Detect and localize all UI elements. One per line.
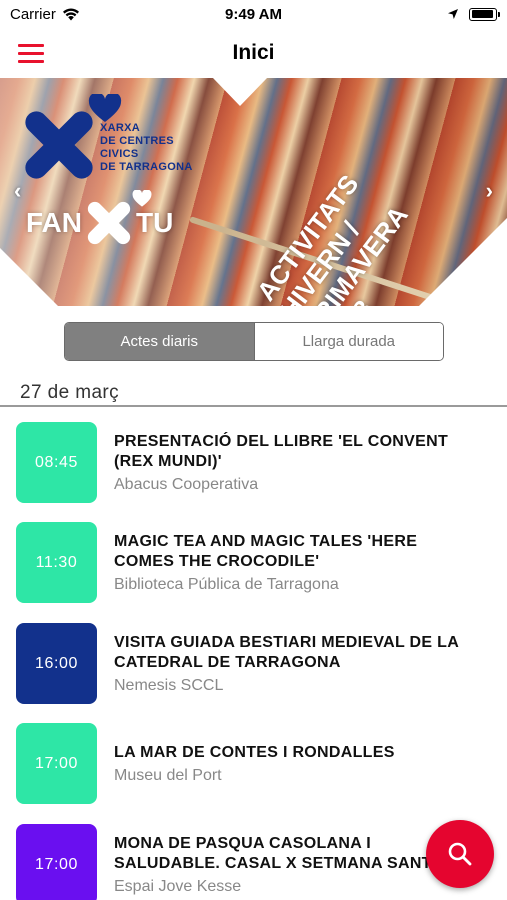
event-title-line: (REX MUNDI)' [114, 453, 222, 470]
white-heart-icon [132, 190, 152, 207]
heart-icon [88, 94, 122, 122]
event-title: PRESENTACIÓ DEL LLIBRE 'EL CONVENT (REX … [114, 432, 494, 472]
banner-next-button[interactable]: › [486, 178, 493, 204]
tu-text: TU [136, 207, 174, 238]
event-place: Museu del Port [114, 767, 222, 784]
event-title: VISITA GUIADA BESTIARI MEDIEVAL DE LA CA… [114, 633, 494, 673]
status-bar: Carrier 9:49 AM [0, 0, 507, 28]
white-x-icon [86, 200, 132, 246]
banner-notch [213, 78, 267, 106]
divider [0, 405, 507, 407]
carrier-label: Carrier [10, 5, 56, 23]
page-title: Inici [232, 41, 275, 64]
hamburger-icon-line [18, 59, 44, 63]
wifi-icon [62, 8, 79, 20]
event-title-line: MAGIC TEA AND MAGIC TALES 'HERE [114, 533, 418, 550]
event-place: Biblioteca Pública de Tarragona [114, 576, 339, 593]
event-title-line: SALUDABLE. CASAL X SETMANA SANTA [114, 855, 443, 872]
promo-banner[interactable]: XARXA DE CENTRES CIVICS DE TARRAGONA FAN… [0, 78, 507, 306]
tab-long-term-events[interactable]: Llarga durada [253, 323, 443, 360]
fan-text: FAN [26, 207, 82, 238]
event-time-badge: 08:45 [16, 422, 97, 503]
hamburger-icon [18, 43, 44, 47]
event-title: LA MAR DE CONTES I RONDALLES [114, 743, 494, 763]
event-time-badge: 11:30 [16, 522, 97, 603]
logo-text: XARXA DE CENTRES CIVICS DE TARRAGONA [100, 122, 193, 173]
search-fab-button[interactable] [426, 820, 494, 888]
tab-daily-events[interactable]: Actes diaris [65, 323, 254, 360]
banner-prev-button[interactable]: ‹ [14, 178, 21, 204]
status-right [447, 7, 500, 21]
banner-notch [0, 248, 58, 306]
event-item[interactable]: 16:00 VISITA GUIADA BESTIARI MEDIEVAL DE… [0, 623, 507, 705]
event-item[interactable]: 11:30 MAGIC TEA AND MAGIC TALES 'HERE CO… [0, 522, 507, 604]
event-time-badge: 17:00 [16, 723, 97, 804]
nav-bar: Inici [0, 28, 507, 78]
event-title-line: LA MAR DE CONTES I RONDALLES [114, 744, 395, 761]
event-title: MONA DE PASQUA CASOLANA I SALUDABLE. CAS… [114, 834, 444, 874]
event-item[interactable]: 08:45 PRESENTACIÓ DEL LLIBRE 'EL CONVENT… [0, 422, 507, 504]
hamburger-icon-line [18, 51, 44, 55]
search-icon [448, 842, 472, 866]
event-place: Abacus Cooperativa [114, 476, 259, 493]
location-arrow-icon [448, 9, 458, 19]
event-title-line: PRESENTACIÓ DEL LLIBRE 'EL CONVENT [114, 433, 449, 450]
event-item[interactable]: 17:00 LA MAR DE CONTES I RONDALLES Museu… [0, 723, 507, 805]
date-header: 27 de març [20, 382, 120, 403]
status-left: Carrier [10, 6, 80, 23]
event-place: Espai Jove Kesse [114, 878, 242, 895]
event-time-badge: 17:00 [16, 824, 97, 900]
xarxa-logo-x [22, 108, 94, 180]
event-title-line: COMES THE CROCODILE' [114, 553, 320, 570]
event-title-line: VISITA GUIADA BESTIARI MEDIEVAL DE LA [114, 634, 460, 651]
menu-button[interactable] [18, 40, 48, 66]
event-title-line: CATEDRAL DE TARRAGONA [114, 654, 341, 671]
events-tab-switch: Actes diaris Llarga durada [64, 322, 444, 361]
event-time-badge: 16:00 [16, 623, 97, 704]
battery-level [471, 10, 494, 18]
banner-notch [419, 218, 507, 306]
event-title-line: MONA DE PASQUA CASOLANA I [114, 835, 371, 852]
event-title: MAGIC TEA AND MAGIC TALES 'HERE COMES TH… [114, 532, 494, 572]
battery-icon [469, 7, 500, 21]
event-place: Nemesis SCCL [114, 677, 224, 694]
